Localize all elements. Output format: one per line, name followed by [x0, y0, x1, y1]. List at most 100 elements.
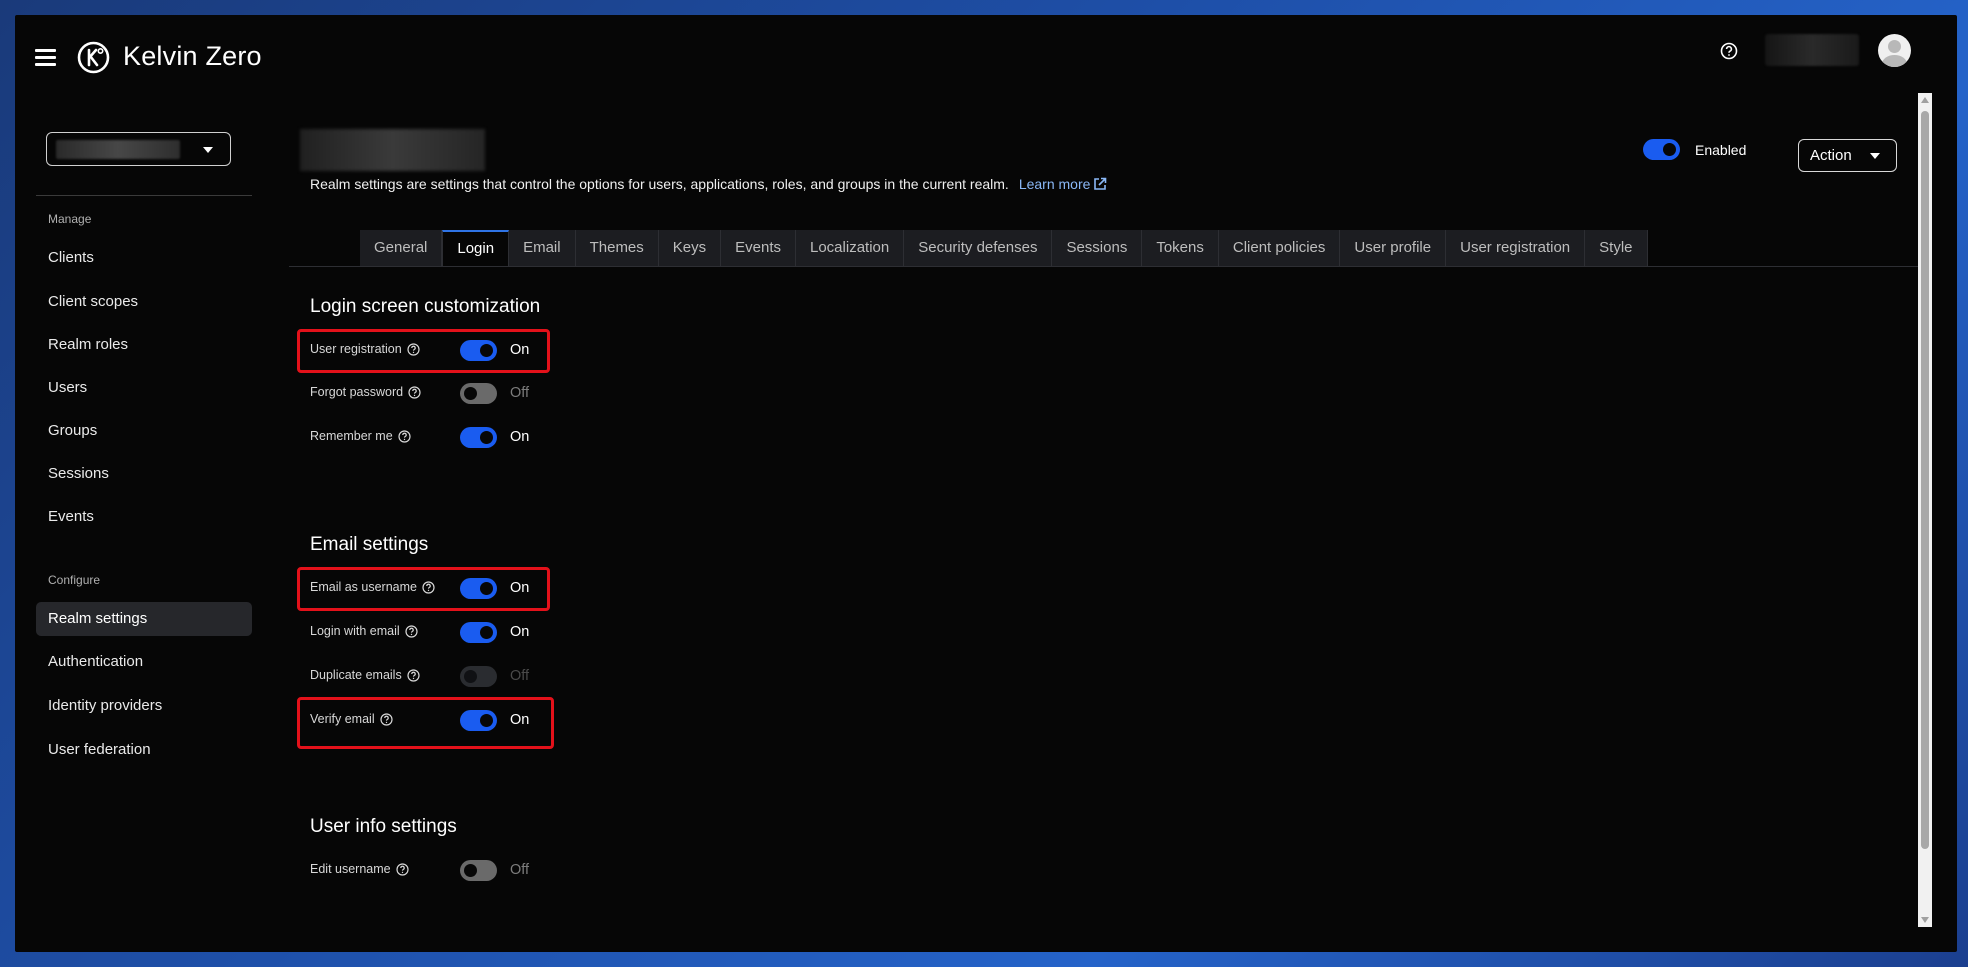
toggle-state-label: Off	[510, 385, 530, 401]
action-label: Action	[1810, 147, 1852, 164]
description-text: Realm settings are settings that control…	[310, 176, 1009, 192]
tab-keys[interactable]: Keys	[658, 230, 722, 266]
sidebar-item-realm-settings[interactable]: Realm settings	[36, 602, 252, 636]
sidebar-item-client-scopes[interactable]: Client scopes	[36, 285, 252, 319]
help-icon[interactable]	[422, 581, 435, 594]
app-window: Kelvin Zero Manage Clients Client scopes…	[15, 15, 1957, 952]
login-with-email-toggle[interactable]	[460, 622, 497, 643]
help-icon[interactable]	[396, 863, 409, 876]
enabled-label: Enabled	[1695, 141, 1747, 158]
tab-general[interactable]: General	[360, 230, 443, 266]
user-registration-toggle[interactable]	[460, 340, 497, 361]
tab-login[interactable]: Login	[442, 230, 510, 266]
tab-tokens[interactable]: Tokens	[1142, 230, 1219, 266]
tab-style[interactable]: Style	[1585, 230, 1648, 266]
tab-email[interactable]: Email	[509, 230, 576, 266]
realm-name-blurred	[56, 140, 180, 159]
sidebar-item-user-federation[interactable]: User federation	[36, 733, 252, 767]
toggle-state-label: On	[510, 429, 530, 445]
sidebar-item-authentication[interactable]: Authentication	[36, 645, 252, 679]
brand-name: Kelvin Zero	[123, 41, 262, 71]
tab-security-defenses[interactable]: Security defenses	[904, 230, 1053, 266]
realm-selector[interactable]	[46, 132, 231, 166]
toggle-state-label: Off	[510, 862, 530, 878]
caret-down-icon	[1870, 153, 1880, 159]
external-link-icon	[1094, 177, 1107, 190]
sidebar: Manage Clients Client scopes Realm roles…	[15, 95, 273, 952]
sidebar-section-manage: Manage	[48, 212, 92, 226]
setting-row-email-as-username: Email as username On	[310, 577, 540, 601]
setting-row-duplicate-emails: Duplicate emails Off	[310, 665, 540, 689]
scroll-down-arrow[interactable]	[1921, 917, 1929, 923]
setting-row-edit-username: Edit username Off	[310, 859, 540, 883]
sidebar-divider	[36, 195, 252, 196]
section-title-user-info: User info settings	[310, 816, 457, 837]
section-title-login: Login screen customization	[310, 296, 541, 317]
setting-row-verify-email: Verify email On	[310, 709, 540, 733]
toggle-state-label: Off	[510, 668, 530, 684]
masthead: Kelvin Zero	[15, 15, 1957, 95]
page-description: Realm settings are settings that control…	[310, 176, 1107, 192]
toggle-state-label: On	[510, 624, 530, 640]
vertical-scrollbar[interactable]	[1918, 93, 1932, 927]
realm-enabled-switch: Enabled	[1643, 139, 1746, 160]
realm-title-blurred	[300, 129, 485, 171]
setting-row-login-with-email: Login with email On	[310, 621, 540, 645]
setting-row-user-registration: User registration On	[310, 339, 540, 363]
tab-events[interactable]: Events	[721, 230, 796, 266]
help-icon[interactable]	[380, 713, 393, 726]
sidebar-item-sessions[interactable]: Sessions	[36, 457, 252, 491]
setting-row-remember-me: Remember me On	[310, 426, 540, 450]
sidebar-item-clients[interactable]: Clients	[36, 241, 252, 275]
user-avatar-icon[interactable]	[1878, 34, 1911, 67]
sidebar-item-users[interactable]: Users	[36, 371, 252, 405]
learn-more-link[interactable]: Learn more	[1019, 176, 1108, 192]
help-icon[interactable]	[407, 669, 420, 682]
hamburger-icon[interactable]	[35, 49, 56, 66]
main-content: Realm settings are settings that control…	[289, 95, 1932, 952]
help-icon[interactable]	[408, 386, 421, 399]
learn-more-label: Learn more	[1018, 176, 1091, 192]
setting-label: User registration	[310, 342, 420, 356]
username-blurred[interactable]	[1765, 34, 1859, 66]
sidebar-item-identity-providers[interactable]: Identity providers	[36, 689, 252, 723]
help-icon[interactable]	[398, 430, 411, 443]
tab-themes[interactable]: Themes	[575, 230, 659, 266]
edit-username-toggle[interactable]	[460, 860, 497, 881]
tab-sessions[interactable]: Sessions	[1052, 230, 1143, 266]
setting-label: Login with email	[310, 624, 418, 638]
help-icon[interactable]	[405, 625, 418, 638]
toggle-state-label: On	[510, 342, 530, 358]
setting-label: Forgot password	[310, 385, 421, 399]
tab-user-registration[interactable]: User registration	[1446, 230, 1586, 266]
remember-me-toggle[interactable]	[460, 427, 497, 448]
sidebar-item-realm-roles[interactable]: Realm roles	[36, 328, 252, 362]
tabs-bar: General Login Email Themes Keys Events L…	[360, 230, 1648, 266]
forgot-password-toggle[interactable]	[460, 383, 497, 404]
setting-label: Email as username	[310, 580, 435, 594]
question-circle-icon[interactable]	[1720, 42, 1738, 60]
toggle-state-label: On	[510, 712, 530, 728]
action-dropdown-button[interactable]: Action	[1798, 139, 1897, 172]
help-icon[interactable]	[407, 343, 420, 356]
verify-email-toggle[interactable]	[460, 710, 497, 731]
tabs-underline	[289, 266, 1922, 267]
kelvin-zero-logo-icon	[77, 41, 110, 74]
tab-user-profile[interactable]: User profile	[1340, 230, 1447, 266]
setting-label: Remember me	[310, 429, 411, 443]
duplicate-emails-toggle	[460, 666, 497, 687]
tab-client-policies[interactable]: Client policies	[1218, 230, 1341, 266]
caret-down-icon	[203, 147, 213, 153]
enabled-toggle[interactable]	[1643, 139, 1680, 160]
tab-localization[interactable]: Localization	[796, 230, 905, 266]
sidebar-item-events[interactable]: Events	[36, 500, 252, 534]
sidebar-section-configure: Configure	[48, 573, 101, 587]
scroll-up-arrow[interactable]	[1921, 97, 1929, 103]
setting-label: Duplicate emails	[310, 668, 420, 682]
sidebar-item-groups[interactable]: Groups	[36, 414, 252, 448]
scrollbar-thumb[interactable]	[1921, 111, 1929, 849]
email-as-username-toggle[interactable]	[460, 578, 497, 599]
setting-label: Edit username	[310, 862, 409, 876]
setting-row-forgot-password: Forgot password Off	[310, 382, 540, 406]
section-title-email: Email settings	[310, 534, 429, 555]
